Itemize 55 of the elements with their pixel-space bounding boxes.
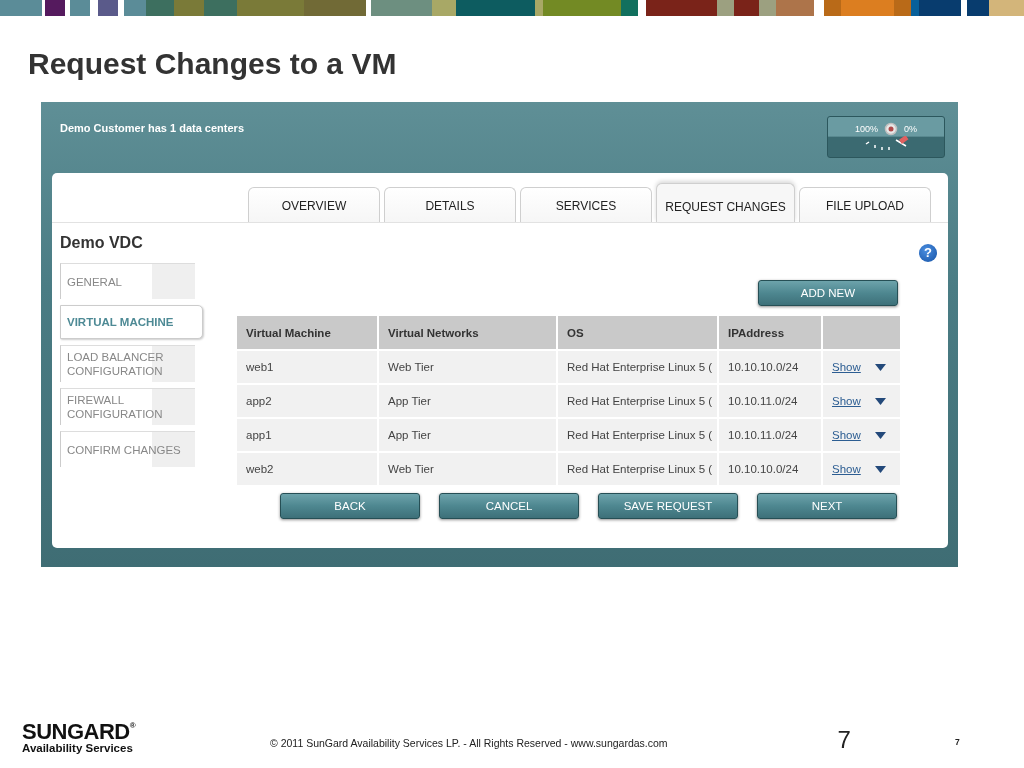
caret-icon[interactable] [874, 465, 886, 473]
table-cell: 10.10.11.0/24 [719, 419, 821, 451]
zoom-label: 100% [854, 124, 878, 134]
column-header: Virtual Networks [379, 316, 556, 349]
next-button[interactable]: NEXT [757, 493, 897, 519]
caret-icon[interactable] [874, 431, 886, 439]
section-title: Demo VDC [60, 234, 144, 253]
zoom-label: 0% [904, 124, 917, 134]
sidebar-item[interactable]: LOAD BALANCER CONFIGURATION [60, 345, 195, 382]
table-cell: app2 [237, 385, 377, 417]
column-header: OS [558, 316, 717, 349]
table-cell: Web Tier [379, 351, 556, 383]
table-cell: app1 [237, 419, 377, 451]
table-cell: App Tier [379, 385, 556, 417]
table-cell: Red Hat Enterprise Linux 5 ( [558, 419, 717, 451]
tab[interactable]: OVERVIEW [248, 187, 380, 222]
show-link[interactable]: Show [832, 463, 861, 475]
data-center-summary: Demo Customer has 1 data centers [60, 122, 244, 134]
table-cell: 10.10.10.0/24 [719, 351, 821, 383]
column-header: IPAddress [719, 316, 821, 349]
help-button[interactable]: ? [919, 244, 937, 262]
sidebar-item[interactable]: GENERAL [60, 263, 195, 299]
table-cell: Web Tier [379, 453, 556, 485]
sidebar-item[interactable]: FIREWALL CONFIGURATION [60, 388, 195, 425]
sidebar-item[interactable]: CONFIRM CHANGES [60, 431, 195, 467]
caret-icon[interactable] [874, 363, 886, 371]
save-request-button[interactable]: SAVE REQUEST [598, 493, 738, 519]
slide-number: 7 [954, 737, 960, 747]
tab[interactable]: REQUEST CHANGES [656, 183, 795, 222]
copyright-text: © 2011 SunGard Availability Services LP. - All Rights Reserved - www.sungardas.com [270, 737, 668, 749]
table-cell: Red Hat Enterprise Linux 5 ( [558, 385, 717, 417]
slide-title: Request Changes to a VM [27, 46, 398, 82]
back-button[interactable]: BACK [280, 493, 420, 519]
tab[interactable]: DETAILS [384, 187, 516, 222]
tab[interactable]: FILE UPLOAD [799, 187, 931, 222]
show-link[interactable]: Show [832, 361, 861, 373]
table-cell: Red Hat Enterprise Linux 5 ( [558, 453, 717, 485]
table-cell: web2 [237, 453, 377, 485]
table-cell: Red Hat Enterprise Linux 5 ( [558, 351, 717, 383]
show-link[interactable]: Show [832, 395, 861, 407]
sidebar-item[interactable]: VIRTUAL MACHINE [60, 305, 203, 339]
table-cell: 10.10.11.0/24 [719, 385, 821, 417]
cancel-button[interactable]: CANCEL [439, 493, 579, 519]
show-link[interactable]: Show [832, 429, 861, 441]
logo-tagline: Availability Services [22, 742, 134, 755]
logo-wordmark: SUNGARD$^{®}$ [22, 722, 137, 742]
tab[interactable]: SERVICES [520, 187, 652, 222]
add-new-button[interactable]: ADD NEW [758, 280, 898, 306]
column-header: Virtual Machine [237, 316, 377, 349]
table-cell: 10.10.10.0/24 [719, 453, 821, 485]
table-cell: web1 [237, 351, 377, 383]
table-cell: App Tier [379, 419, 556, 451]
caret-icon[interactable] [874, 397, 886, 405]
magnifier-icon[interactable] [884, 122, 898, 136]
page-number: 7 [837, 726, 851, 754]
